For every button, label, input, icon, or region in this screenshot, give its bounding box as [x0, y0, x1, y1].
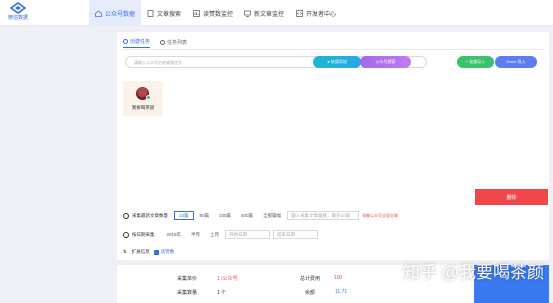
unit-price-label: 采集单价: [177, 276, 198, 282]
option-100[interactable]: 100篇: [215, 211, 235, 220]
account-name: 我要喝茶颜: [131, 105, 155, 110]
collect-count-row: 采集最新文章数量 10篇 50篇 100篇 500篇 全部篇幅 输入采集文章篇数…: [123, 211, 398, 220]
option-500[interactable]: 500篇: [237, 211, 257, 220]
chart-icon: [193, 9, 200, 17]
check-icon: [146, 95, 151, 100]
nav-label: 开发者中心: [306, 11, 337, 18]
balance-value: 11.71: [335, 289, 348, 295]
task-tabs: 创建任务 任务列表: [123, 38, 197, 48]
tab-create-task[interactable]: 创建任务: [123, 38, 151, 48]
code-icon: [296, 9, 303, 17]
collect-time-row: 按日期采集 2019年 半月 上月 开始日期 结束日期: [123, 230, 321, 239]
nav-item-developer-center[interactable]: 开发者中心: [296, 0, 336, 26]
end-date-input[interactable]: 结束日期: [273, 230, 319, 239]
collect-count-label: 采集最新文章数量: [132, 212, 168, 218]
plus-circle-icon: [123, 39, 128, 44]
house-icon: [95, 9, 102, 17]
extend-icon: ⇅: [123, 249, 127, 254]
option-50[interactable]: 50篇: [196, 211, 214, 220]
nav-item-article-search[interactable]: 文章搜索: [147, 0, 181, 26]
top-navigation-bar: 微信数据 公众号数据 文章搜索 读赞数监控 新文章监控 开发者中心: [0, 0, 553, 26]
total-cost-value: 100: [334, 275, 343, 281]
nav-label: 新文章监控: [254, 11, 285, 18]
nav-item-new-article-monitor[interactable]: 新文章监控: [244, 0, 284, 26]
account-card[interactable]: 我要喝茶颜: [123, 81, 163, 116]
fast-add-button[interactable]: ● 快速添加: [313, 56, 361, 68]
collect-time-label: 按日期采集: [132, 231, 155, 237]
logo[interactable]: 微信数据: [3, 2, 33, 24]
excel-import-button[interactable]: Excel 导入: [495, 56, 537, 68]
read-like-label: 读赞数: [160, 249, 175, 254]
logo-text: 微信数据: [7, 15, 28, 21]
option-last-month[interactable]: 上月: [206, 230, 223, 239]
divider: [123, 49, 543, 50]
task-panel: 创建任务 任务列表 请输入公众号名称或微信号 ● 快速添加 公众号搜索 + 批量…: [117, 32, 549, 260]
extra-info-label: 扩展信息: [131, 249, 150, 254]
nav-label: 读赞数监控: [203, 11, 234, 18]
total-cost-label: 总计费用: [300, 276, 321, 282]
radio-collect-count[interactable]: [123, 212, 129, 219]
tab-task-list[interactable]: 任务列表: [160, 38, 187, 48]
tab-label: 任务列表: [167, 39, 188, 46]
count-label: 采集数量: [177, 290, 198, 296]
option-all[interactable]: 全部篇幅: [259, 211, 285, 220]
read-like-checkbox[interactable]: [153, 249, 159, 255]
start-date-input[interactable]: 开始日期: [225, 230, 271, 239]
nav-item-read-like-monitor[interactable]: 读赞数监控: [193, 0, 233, 26]
unit-price-value: 1 /公众号: [217, 276, 238, 282]
list-icon: [160, 39, 166, 45]
extra-info-row: ⇅ 扩展信息 读赞数: [123, 249, 174, 255]
option-year[interactable]: 2019年: [163, 230, 186, 239]
account-search-button[interactable]: 公众号搜索: [360, 56, 411, 68]
nav-item-account-data[interactable]: 公众号数据: [89, 0, 142, 26]
tab-label: 创建任务: [130, 39, 151, 45]
balance-label: 余额: [305, 290, 316, 296]
nav-label: 公众号数据: [105, 11, 136, 18]
collect-all-hint[interactable]: 采集公众号全部文章: [362, 213, 398, 219]
option-half-month[interactable]: 半月: [187, 230, 204, 239]
radio-collect-time[interactable]: [123, 231, 129, 238]
document-icon: [147, 9, 154, 17]
batch-import-button[interactable]: + 批量导入: [457, 56, 494, 68]
option-10[interactable]: 10篇: [174, 211, 194, 220]
article-count-input[interactable]: 输入采集文章篇数，最多10篇: [287, 211, 360, 220]
delete-button[interactable]: 删除: [475, 189, 548, 205]
logo-icon: [10, 2, 26, 14]
nav-label: 文章搜索: [157, 11, 182, 18]
monitor-icon: [244, 10, 251, 17]
count-value: 1 个: [217, 290, 227, 296]
watermark: 知乎 @我要喝茶颜: [403, 263, 544, 282]
